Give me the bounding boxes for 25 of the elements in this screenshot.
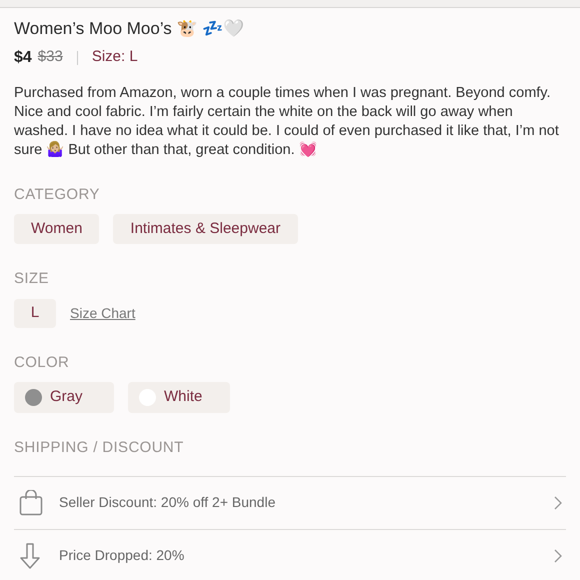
section-heading: COLOR	[14, 352, 70, 372]
price: $4	[14, 48, 32, 68]
product-title: Women’s Moo Moo’s 🐮 💤🤍	[14, 18, 246, 40]
shipping-row-text: Seller Discount: 20% off 2+ Bundle	[59, 493, 276, 512]
size-chip[interactable]: L	[14, 298, 56, 328]
shopping-bag-icon	[19, 490, 43, 516]
shipping-row[interactable]: Seller Discount: 20% off 2+ Bundle	[14, 476, 566, 530]
color-chip[interactable]: Gray	[14, 382, 114, 413]
category-chip[interactable]: Intimates & Sleepwear	[113, 214, 298, 244]
color-label: Gray	[50, 387, 83, 408]
chevron-right-icon	[554, 548, 562, 562]
down-arrow-icon	[19, 542, 41, 568]
section-heading: SHIPPING / DISCOUNT	[14, 438, 185, 458]
shipping-row-text: Price Dropped: 20%	[59, 546, 186, 565]
category-chip[interactable]: Women	[14, 214, 100, 244]
size-label: Size: L	[92, 47, 138, 68]
chevron-right-icon	[554, 496, 562, 510]
size-chart-link[interactable]: Size Chart	[70, 302, 136, 324]
description: Purchased from Amazon, worn a couple times when I was pregnant. Beyond comfy. Nice and cool fabric. I’m fairly certain the white on the back will go away when washed. I have no idea what it could be. I could of even purchased it like that, I’m not sure 🤷🏼‍♀ But other than that, great condition. 💓	[14, 84, 560, 160]
shipping-row[interactable]: Price Dropped: 20%	[14, 530, 566, 580]
section-heading: SIZE	[14, 269, 50, 289]
color-chip[interactable]: White	[128, 382, 230, 413]
original-price: $33	[38, 47, 63, 68]
color-label: White	[164, 387, 202, 408]
section-heading: CATEGORY	[14, 184, 101, 204]
